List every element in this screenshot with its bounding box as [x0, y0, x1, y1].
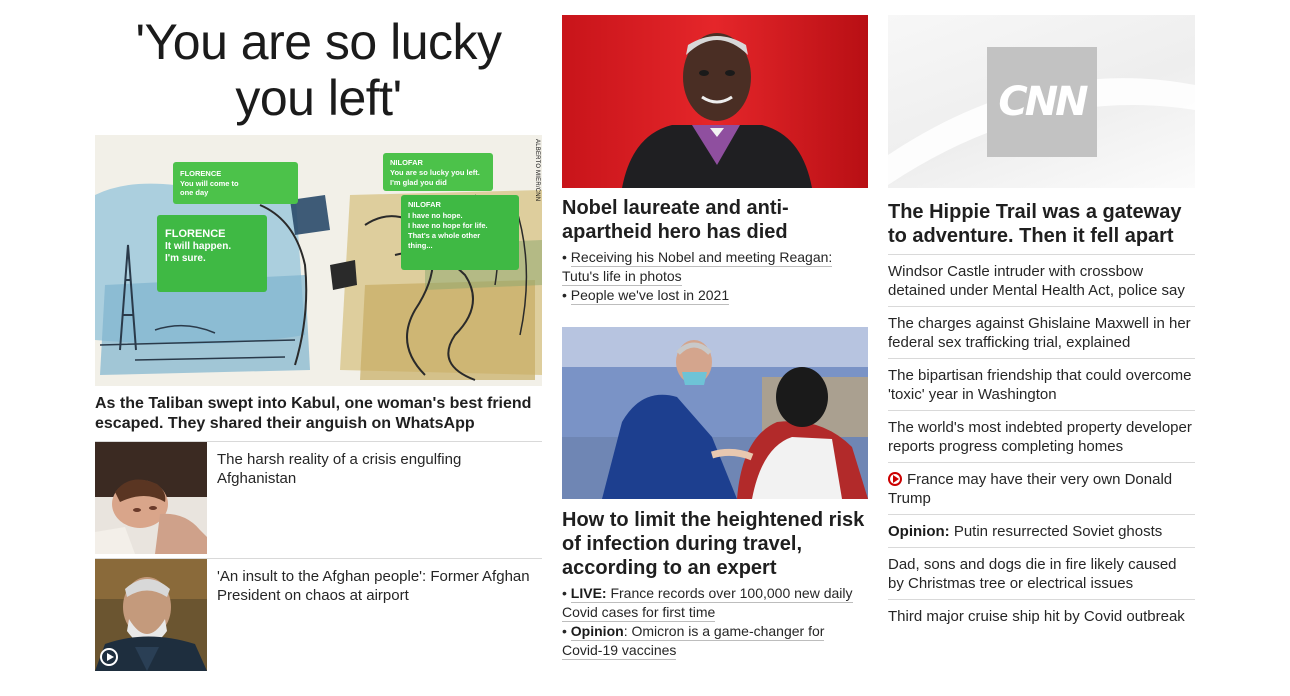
svg-text:That's a whole other: That's a whole other [408, 231, 480, 240]
story-headline[interactable]: How to limit the heightened risk of infe… [562, 508, 868, 580]
lead-story-link[interactable]: As the Taliban swept into Kabul, one wom… [95, 394, 542, 434]
list-item-link[interactable]: 'An insult to the Afghan people': Former… [217, 567, 542, 605]
svg-text:It will happen.: It will happen. [165, 241, 231, 252]
list-item[interactable]: Windsor Castle intruder with crossbow de… [888, 254, 1195, 306]
svg-text:You are so lucky you left.: You are so lucky you left. [390, 168, 480, 177]
svg-text:You will come to: You will come to [180, 179, 239, 188]
karzai-photo[interactable] [95, 559, 207, 671]
play-icon[interactable] [100, 648, 118, 666]
live-label: LIVE: [570, 585, 607, 601]
video-play-icon [888, 472, 902, 486]
svg-text:one day: one day [180, 188, 209, 197]
related-item: • Opinion: Omicron is a game-changer for… [562, 623, 825, 660]
related-item: • Receiving his Nobel and meeting Reagan… [562, 249, 833, 286]
story-link[interactable]: The world's most indebted property devel… [888, 419, 1192, 455]
cnn-logo-icon: CNN [987, 47, 1097, 157]
hippie-trail-image[interactable]: CNN [888, 15, 1195, 188]
list-item[interactable]: The charges against Ghislaine Maxwell in… [888, 306, 1195, 358]
story-link[interactable]: The bipartisan friendship that could ove… [888, 367, 1192, 403]
svg-text:I have no hope.: I have no hope. [408, 211, 463, 220]
child-photo[interactable] [95, 442, 207, 554]
story-headline[interactable]: Nobel laureate and anti-apartheid hero h… [562, 196, 862, 244]
related-link[interactable]: Receiving his Nobel and meeting Reagan: … [562, 249, 833, 286]
illustration-art: FLORENCE You will come to one day FLOREN… [95, 135, 542, 386]
svg-text:I'm sure.: I'm sure. [165, 253, 206, 264]
list-item-link[interactable]: The harsh reality of a crisis engulfing … [217, 450, 542, 488]
related-item: • People we've lost in 2021 [562, 287, 730, 305]
list-item[interactable]: Opinion: Putin resurrected Soviet ghosts [888, 514, 1195, 547]
illustration-credit: ALBERTO MIER/CNN [534, 139, 540, 202]
list-item[interactable]: The bipartisan friendship that could ove… [888, 358, 1195, 410]
story-link[interactable]: Windsor Castle intruder with crossbow de… [888, 263, 1185, 299]
list-item[interactable]: Third major cruise ship hit by Covid out… [888, 599, 1195, 632]
svg-text:thing...: thing... [408, 241, 433, 250]
svg-text:FLORENCE: FLORENCE [165, 228, 226, 240]
story-link[interactable]: Putin resurrected Soviet ghosts [950, 523, 1162, 540]
vaccination-photo-art [562, 327, 868, 499]
whatsapp-illustration[interactable]: FLORENCE You will come to one day FLOREN… [95, 135, 542, 386]
opinion-label: Opinion [570, 623, 624, 639]
related-link[interactable]: LIVE: France records over 100,000 new da… [562, 585, 853, 622]
related-link[interactable]: People we've lost in 2021 [570, 287, 730, 305]
related-link[interactable]: Opinion: Omicron is a game-changer for C… [562, 623, 825, 660]
list-item[interactable]: The world's most indebted property devel… [888, 410, 1195, 462]
story-link[interactable]: The charges against Ghislaine Maxwell in… [888, 315, 1191, 351]
related-links: • Receiving his Nobel and meeting Reagan… [562, 248, 868, 305]
cnn-logo-text: CNN [998, 79, 1088, 125]
vaccination-photo[interactable] [562, 327, 868, 499]
story-list: Windsor Castle intruder with crossbow de… [888, 254, 1195, 632]
list-item[interactable]: France may have their very own Donald Tr… [888, 462, 1195, 514]
svg-text:NILOFAR: NILOFAR [408, 200, 441, 209]
svg-text:I'm glad you did: I'm glad you did [390, 178, 447, 187]
lead-headline[interactable]: 'You are so lucky you left' [95, 14, 542, 126]
story-link[interactable]: France may have their very own Donald Tr… [888, 471, 1172, 507]
list-item[interactable]: The harsh reality of a crisis engulfing … [95, 442, 542, 554]
list-item[interactable]: Dad, sons and dogs die in fire likely ca… [888, 547, 1195, 599]
story-headline[interactable]: The Hippie Trail was a gateway to advent… [888, 200, 1195, 248]
child-photo-art [95, 442, 207, 554]
svg-text:NILOFAR: NILOFAR [390, 158, 423, 167]
story-link[interactable]: Third major cruise ship hit by Covid out… [888, 608, 1185, 625]
story-link[interactable]: Dad, sons and dogs die in fire likely ca… [888, 556, 1177, 592]
svg-text:FLORENCE: FLORENCE [180, 169, 221, 178]
tutu-photo-art [562, 15, 868, 188]
related-links: • LIVE: France records over 100,000 new … [562, 584, 868, 660]
svg-text:I have no hope for life.: I have no hope for life. [408, 221, 488, 230]
related-item: • LIVE: France records over 100,000 new … [562, 585, 853, 622]
tutu-photo[interactable] [562, 15, 868, 188]
list-item[interactable]: 'An insult to the Afghan people': Former… [95, 559, 542, 671]
opinion-label: Opinion: [888, 523, 950, 540]
